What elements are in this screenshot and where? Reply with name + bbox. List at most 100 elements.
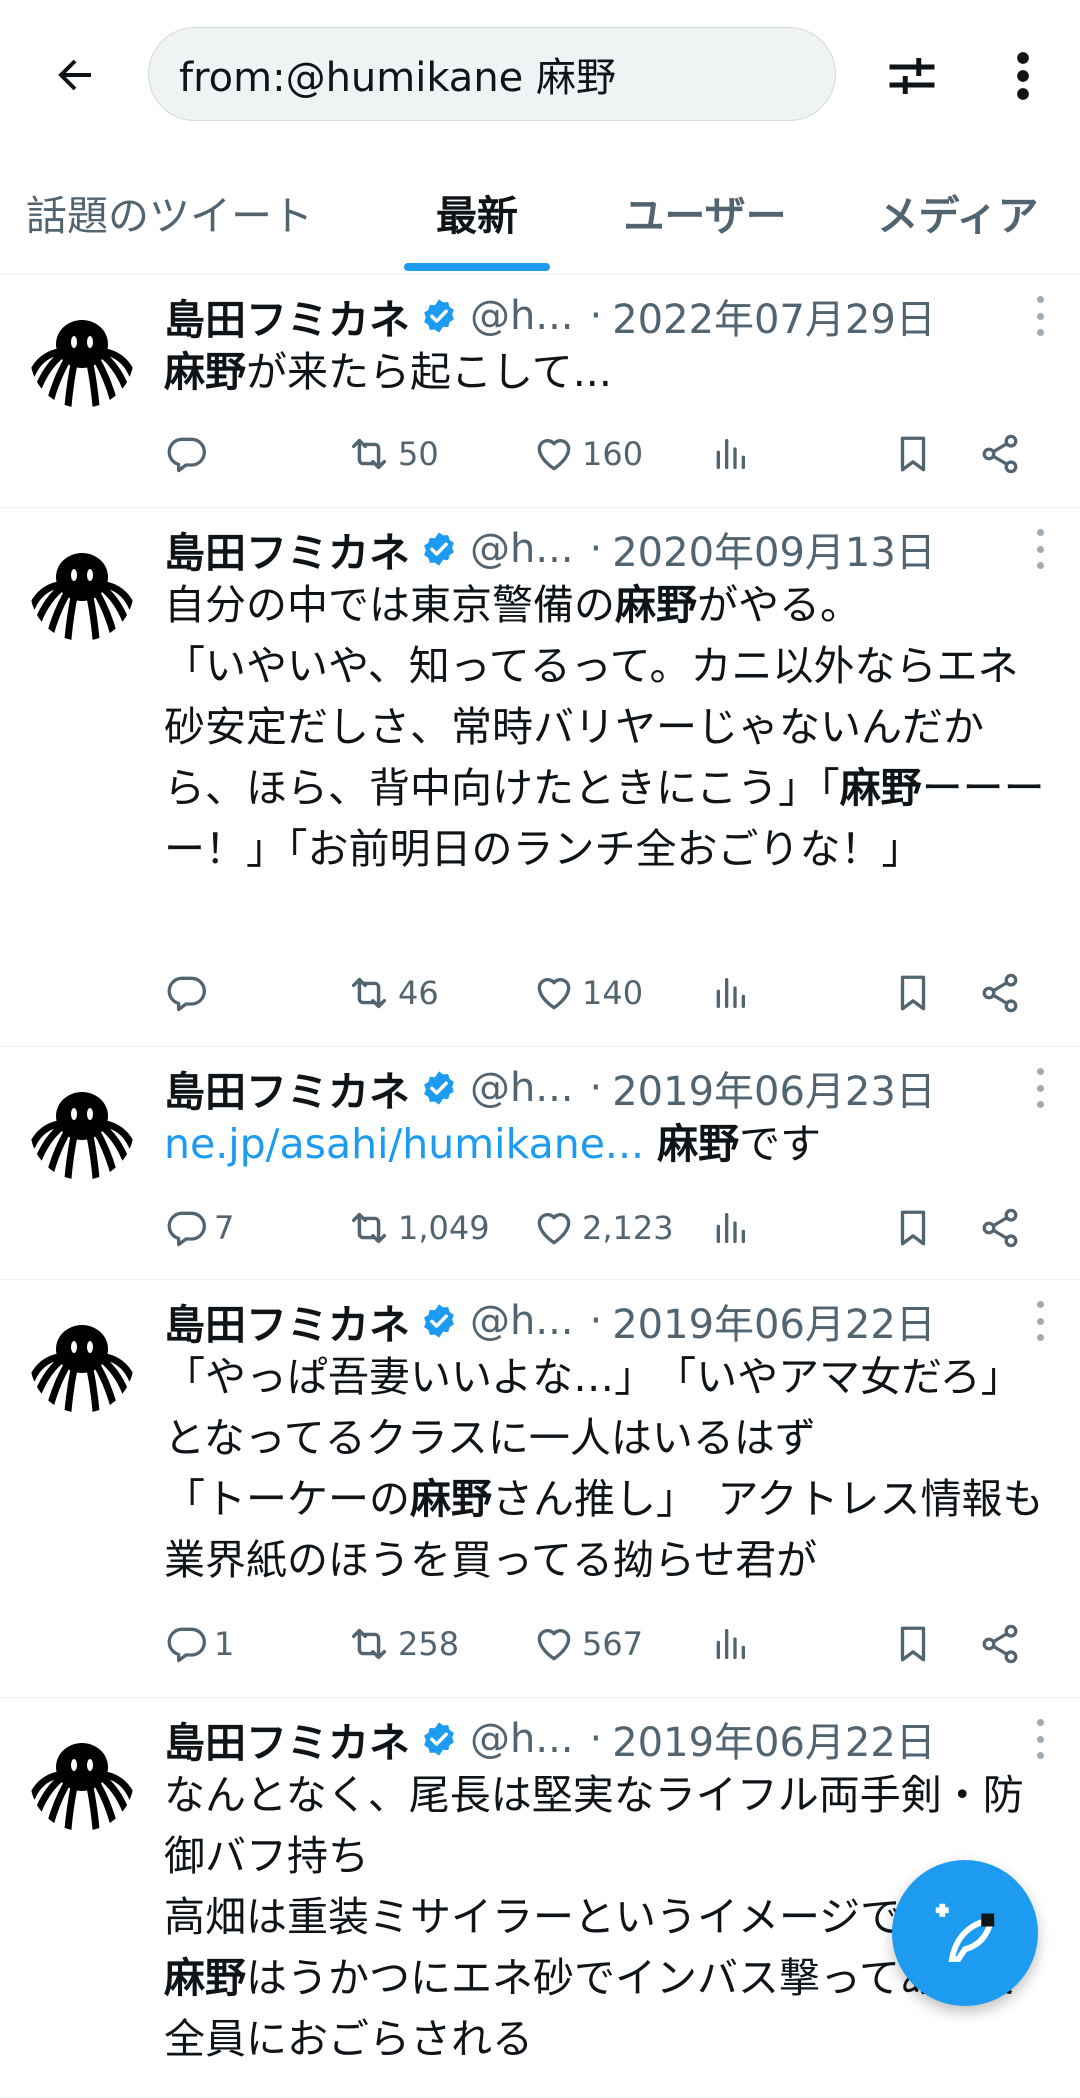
author-handle[interactable]: @h... [470, 1716, 574, 1762]
retweet-count: 1,049 [398, 1209, 490, 1247]
bookmark-button[interactable] [892, 1198, 934, 1258]
reply-button[interactable] [164, 963, 214, 1023]
tab-users[interactable]: ユーザー [600, 150, 810, 274]
like-button[interactable]: 567 [532, 1614, 643, 1674]
tab-media[interactable]: メディア [848, 150, 1068, 274]
retweet-button[interactable]: 258 [346, 1614, 459, 1674]
reply-icon [167, 437, 206, 473]
author-handle[interactable]: @h... [470, 1065, 574, 1111]
views-button[interactable] [710, 963, 750, 1023]
like-button[interactable]: 2,123 [532, 1198, 674, 1258]
search-tabs: 話題のツイート 最新 ユーザー メディア [0, 150, 1080, 275]
tweet[interactable]: 島田フミカネ @h... · 2020年09月13日 自分の中では東京警備の麻野がやる。… [0, 507, 1080, 1047]
search-input[interactable]: from:@humikane 麻野 [148, 27, 836, 121]
tab-top[interactable]: 話題のツイート [26, 150, 346, 274]
top-bar: from:@humikane 麻野 [0, 0, 1080, 150]
bookmark-icon [900, 1210, 926, 1246]
verified-badge-icon [420, 297, 458, 335]
tweet-more-button[interactable] [1028, 296, 1052, 336]
compose-icon [935, 1903, 995, 1962]
tweet-text: 麻野が来たら起こして... [164, 342, 1054, 403]
tab-latest[interactable]: 最新 [404, 150, 550, 274]
views-button[interactable] [710, 1198, 750, 1258]
author-handle[interactable]: @h... [470, 526, 574, 572]
share-icon [982, 1624, 1018, 1664]
like-count: 567 [582, 1625, 644, 1663]
retweet-button[interactable]: 46 [346, 963, 439, 1023]
like-button[interactable]: 140 [532, 963, 643, 1023]
like-count: 140 [582, 974, 644, 1012]
retweet-button[interactable]: 1,049 [346, 1198, 490, 1258]
tweet-actions: 46 140 [164, 963, 1044, 1023]
reply-count: 1 [214, 1625, 235, 1663]
tweet-more-button[interactable] [1028, 1301, 1052, 1341]
reply-icon [167, 976, 206, 1012]
header-separator: · [589, 1065, 603, 1111]
like-button[interactable]: 160 [532, 424, 643, 484]
like-count: 2,123 [582, 1209, 674, 1247]
share-button[interactable] [978, 1614, 1022, 1674]
retweet-count: 258 [398, 1625, 460, 1663]
share-button[interactable] [978, 1198, 1022, 1258]
views-button[interactable] [710, 1614, 750, 1674]
author-name[interactable]: 島田フミカネ [164, 1058, 410, 1118]
tweet-date[interactable]: 2020年09月13日 [612, 520, 936, 578]
avatar[interactable] [30, 304, 134, 408]
text-segment: はうかつにエネ砂でインバス撃ってあとで全員におごらされる [164, 1954, 1021, 2063]
tweet-date[interactable]: 2019年06月23日 [612, 1059, 936, 1117]
text-segment [644, 1120, 657, 1168]
text-segment: がやる。 [697, 581, 861, 629]
bookmark-button[interactable] [892, 963, 934, 1023]
tweet[interactable]: 島田フミカネ @h... · 2022年07月29日 麻野が来たら起こして... 50 16… [0, 274, 1080, 508]
retweet-count: 50 [398, 435, 439, 473]
text-segment: 高畑は重装ミサイラーというイメージで、 [164, 1893, 941, 1941]
verified-badge-icon [420, 1069, 458, 1107]
back-button[interactable] [40, 40, 110, 110]
avatar[interactable] [30, 1076, 134, 1180]
avatar[interactable] [30, 1727, 134, 1831]
verified-badge-icon [420, 1302, 458, 1340]
author-name[interactable]: 島田フミカネ [164, 286, 410, 346]
tweet-link[interactable]: ne.jp/asahi/humikane... [164, 1120, 644, 1168]
author-name[interactable]: 島田フミカネ [164, 1291, 410, 1351]
share-button[interactable] [978, 963, 1022, 1023]
tweet-date[interactable]: 2019年06月22日 [612, 1710, 936, 1768]
author-handle[interactable]: @h... [470, 293, 574, 339]
tweet-more-button[interactable] [1028, 1719, 1052, 1759]
active-tab-indicator [404, 263, 550, 271]
more-options-button[interactable] [990, 38, 1056, 114]
search-filter-button[interactable] [874, 38, 950, 114]
share-icon [982, 434, 1018, 474]
sliders-icon [889, 58, 935, 94]
retweet-icon [351, 1628, 387, 1660]
tweet-date[interactable]: 2019年06月22日 [612, 1292, 936, 1350]
retweet-button[interactable]: 50 [346, 424, 439, 484]
highlight-keyword: 麻野 [839, 764, 922, 812]
tweet-header: 島田フミカネ @h... · 2019年06月23日 [164, 1058, 1060, 1118]
heart-icon [537, 1213, 571, 1245]
tweet[interactable]: 島田フミカネ @h... · 2019年06月22日 「やっぱ吾妻いいよな…」 「いやア… [0, 1279, 1080, 1698]
share-button[interactable] [978, 424, 1022, 484]
bookmark-button[interactable] [892, 1614, 934, 1674]
reply-button[interactable]: 1 [164, 1614, 234, 1674]
tweet-more-button[interactable] [1028, 529, 1052, 569]
tweet[interactable]: 島田フミカネ @h... · 2019年06月23日 ne.jp/asahi/humik… [0, 1046, 1080, 1280]
tweet-header: 島田フミカネ @h... · 2020年09月13日 [164, 519, 1060, 579]
bookmark-button[interactable] [892, 424, 934, 484]
retweet-icon [351, 438, 387, 470]
avatar[interactable] [30, 537, 134, 641]
tweet-more-button[interactable] [1028, 1068, 1052, 1108]
avatar[interactable] [30, 1309, 134, 1413]
tweet-date[interactable]: 2022年07月29日 [612, 287, 936, 345]
text-segment: 「やっぱ吾妻いいよな…」 「いやアマ女だろ」となってるクラスに一人はいるはず [164, 1353, 1022, 1462]
arrow-left-icon [58, 59, 91, 91]
author-name[interactable]: 島田フミカネ [164, 519, 410, 579]
author-name[interactable]: 島田フミカネ [164, 1709, 410, 1769]
reply-button[interactable] [164, 424, 214, 484]
heart-icon [537, 439, 571, 471]
compose-tweet-button[interactable] [892, 1860, 1038, 2006]
views-button[interactable] [710, 424, 750, 484]
analytics-icon [716, 1629, 745, 1659]
author-handle[interactable]: @h... [470, 1298, 574, 1344]
reply-button[interactable]: 7 [164, 1198, 234, 1258]
